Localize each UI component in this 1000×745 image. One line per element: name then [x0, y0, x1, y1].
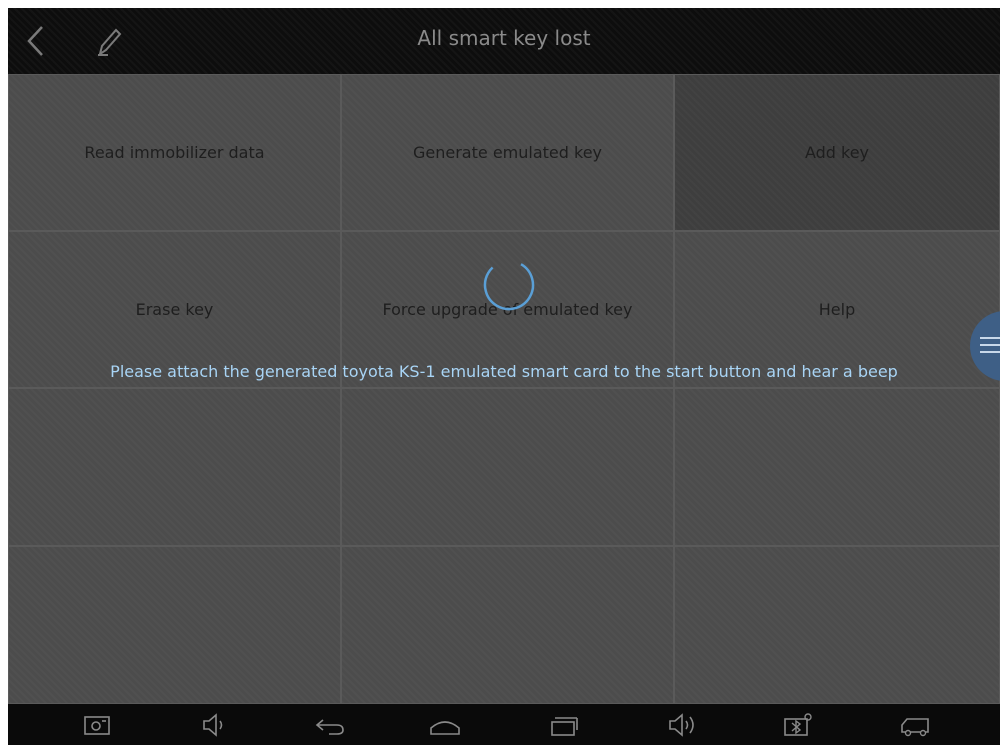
bluetooth-device-icon[interactable]: [780, 712, 814, 738]
system-navigation-bar: [8, 704, 1000, 745]
empty-cell: [341, 546, 674, 704]
status-message: Please attach the generated toyota KS-1 …: [110, 362, 898, 381]
read-immobilizer-data-button[interactable]: Read immobilizer data: [8, 74, 341, 231]
empty-cell: [674, 546, 1000, 704]
page-title: All smart key lost: [417, 26, 591, 50]
add-key-button[interactable]: Add key: [674, 74, 1000, 231]
home-icon[interactable]: [428, 712, 462, 738]
loading-spinner-icon: [483, 259, 535, 311]
empty-cell: [674, 388, 1000, 546]
empty-cell: [8, 546, 341, 704]
hamburger-menu-icon: [980, 337, 1000, 353]
volume-up-icon[interactable]: [666, 712, 700, 738]
back-icon[interactable]: [313, 712, 347, 738]
volume-down-icon[interactable]: [198, 712, 232, 738]
function-grid: Read immobilizer data Generate emulated …: [8, 74, 1000, 704]
generate-emulated-key-button[interactable]: Generate emulated key: [341, 74, 674, 231]
empty-cell: [341, 388, 674, 546]
recent-apps-icon[interactable]: [546, 712, 580, 738]
title-bar: All smart key lost: [8, 8, 1000, 74]
empty-cell: [8, 388, 341, 546]
app-screen: All smart key lost Read immobilizer data…: [8, 8, 1000, 745]
screenshot-icon[interactable]: [80, 712, 114, 738]
vehicle-icon[interactable]: [898, 712, 932, 738]
